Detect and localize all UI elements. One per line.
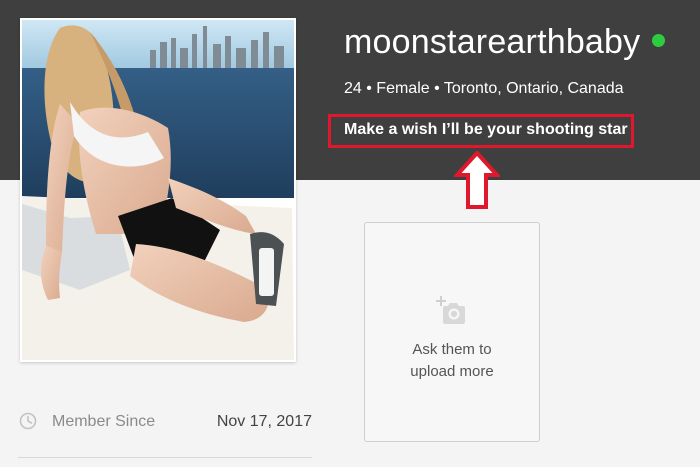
member-since-row: Member Since Nov 17, 2017 (18, 400, 312, 458)
profile-meta: 24 • Female • Toronto, Ontario, Canada (344, 80, 624, 97)
clock-icon (19, 412, 37, 430)
profile-photo[interactable] (20, 18, 296, 362)
profile-photo-image (22, 20, 294, 360)
ask-upload-line-1: Ask them to (412, 341, 492, 358)
highlight-arrow-icon (454, 151, 500, 211)
member-since-label: Member Since (52, 413, 156, 430)
ask-upload-line-2: upload more (410, 363, 494, 380)
member-since-date: Nov 17, 2017 (216, 413, 312, 430)
username: moonstarearthbaby (344, 23, 641, 61)
profile-tagline: Make a wish I’ll be your shooting star (344, 121, 628, 138)
add-photo-icon (435, 296, 465, 324)
ask-upload-text[interactable]: Ask them to upload more (365, 339, 539, 383)
ask-upload-card[interactable]: Ask them to upload more (364, 222, 540, 442)
online-status-indicator (652, 34, 665, 47)
profile-page: moonstarearthbaby 24 • Female • Toronto,… (0, 0, 700, 467)
